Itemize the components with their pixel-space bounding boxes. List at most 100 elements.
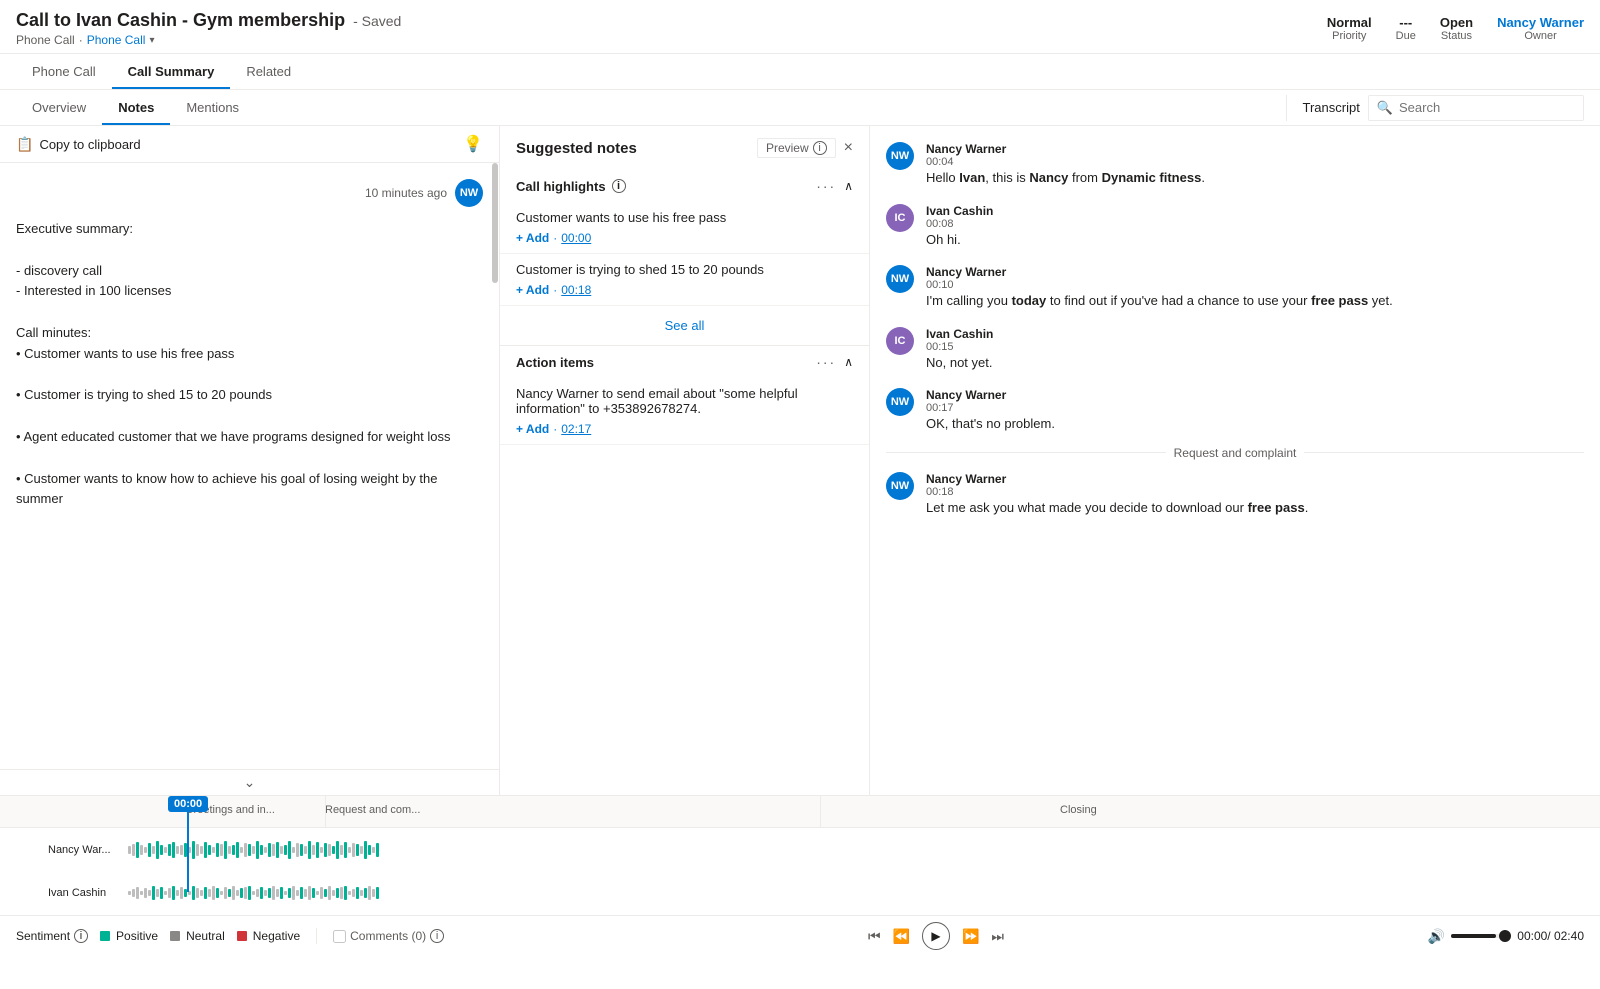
call-highlights-section: Call highlights i ··· ∧ Customer wants t…: [500, 170, 869, 346]
speaker-name-1: Nancy Warner: [926, 142, 1584, 156]
waveform-avatar-ic: IC: [16, 881, 40, 905]
call-highlights-title: Call highlights i: [516, 179, 626, 194]
tab-call-summary[interactable]: Call Summary: [112, 54, 231, 89]
action-item-time-1[interactable]: 02:17: [561, 422, 591, 436]
waveform-row-ic: IC Ivan Cashin: [0, 872, 1600, 916]
call-highlights-collapse-icon[interactable]: ∧: [844, 179, 853, 193]
section-divider-request: Request and complaint: [870, 442, 1600, 464]
search-icon: 🔍: [1377, 100, 1393, 116]
waveform-row-nw: NW Nancy War... // Generate waveform bar…: [0, 828, 1600, 872]
collapse-icon[interactable]: ⌄: [244, 774, 256, 791]
action-items-collapse-icon[interactable]: ∧: [844, 355, 853, 369]
rewind-button[interactable]: ⏪: [893, 928, 910, 945]
notes-author-avatar: NW: [455, 179, 483, 207]
status-label: Status: [1441, 30, 1472, 42]
highlight-time-2[interactable]: 00:18: [561, 283, 591, 297]
action-item-text-1: Nancy Warner to send email about "some h…: [516, 386, 853, 416]
playback-controls: ⏮ ⏪ ▶ ⏩ ⏭: [868, 922, 1004, 950]
waveform-track-ic[interactable]: [126, 879, 1584, 907]
comments-checkbox[interactable]: [333, 930, 346, 943]
transcript-text-5: OK, that's no problem.: [926, 414, 1584, 434]
volume-area: 🔊 00:00/ 02:40: [1428, 928, 1584, 945]
breadcrumb-dropdown-icon[interactable]: ▾: [149, 35, 154, 46]
transcript-search-box[interactable]: 🔍: [1368, 95, 1584, 121]
sub-tabs-row: Overview Notes Mentions Transcript 🔍: [0, 90, 1600, 126]
highlight-add-btn-1[interactable]: + Add: [516, 231, 549, 245]
notes-panel: 📋 Copy to clipboard 💡 10 minutes ago NW …: [0, 126, 500, 795]
segment-label-closing: Closing: [1060, 804, 1097, 816]
waveform-track-nw[interactable]: // Generate waveform bars: [126, 836, 1584, 864]
breadcrumb-1: Phone Call: [16, 33, 75, 47]
highlight-text-1: Customer wants to use his free pass: [516, 210, 853, 225]
preview-badge[interactable]: Preview i: [757, 138, 836, 158]
volume-slider[interactable]: [1451, 934, 1511, 938]
comments-button[interactable]: Comments (0) i: [333, 929, 444, 943]
sub-tabs: Overview Notes Mentions: [0, 90, 1286, 125]
action-items-section: Action items ··· ∧ Nancy Warner to send …: [500, 346, 869, 445]
time-cursor[interactable]: 00:00: [168, 796, 208, 892]
breadcrumb-2[interactable]: Phone Call: [87, 33, 146, 47]
transcript-body-3: Nancy Warner 00:10 I'm calling you today…: [926, 265, 1584, 311]
action-item-add-btn-1[interactable]: + Add: [516, 422, 549, 436]
waveform-svg-ic: [126, 879, 1584, 907]
tab-related[interactable]: Related: [230, 54, 307, 89]
action-items-more-icon[interactable]: ···: [816, 354, 836, 370]
transcript-entry-5: NW Nancy Warner 00:17 OK, that's no prob…: [870, 380, 1600, 442]
volume-thumb[interactable]: [1499, 930, 1511, 942]
highlight-item-2: Customer is trying to shed 15 to 20 poun…: [500, 254, 869, 306]
notes-content[interactable]: Executive summary: - discovery call - In…: [16, 219, 483, 510]
search-input[interactable]: [1399, 100, 1575, 115]
scrollbar[interactable]: [491, 163, 499, 769]
highlight-time-1[interactable]: 00:00: [561, 231, 591, 245]
lightbulb-icon[interactable]: 💡: [463, 134, 483, 154]
neutral-dot: [170, 931, 180, 941]
bottom-controls: Sentiment i Positive Neutral Negative Co…: [0, 915, 1600, 956]
sentiment-positive: Positive: [100, 929, 158, 943]
waveform-svg-nw: // Generate waveform bars: [126, 836, 1584, 864]
transcript-panel: NW Nancy Warner 00:04 Hello Ivan, this i…: [870, 126, 1600, 795]
status-value: Open: [1440, 15, 1473, 30]
speaker-name-4: Ivan Cashin: [926, 327, 1584, 341]
avatar-nw-3: NW: [886, 388, 914, 416]
call-highlights-more-icon[interactable]: ···: [816, 178, 836, 194]
skip-to-start-button[interactable]: ⏮: [868, 928, 881, 945]
owner-value[interactable]: Nancy Warner: [1497, 15, 1584, 30]
call-highlights-header: Call highlights i ··· ∧: [500, 170, 869, 202]
waveform-name-nw: Nancy War...: [48, 844, 118, 856]
copy-to-clipboard-button[interactable]: 📋 Copy to clipboard: [16, 136, 141, 153]
speaker-time-2: 00:08: [926, 218, 1584, 230]
segment-divider-2: [820, 796, 821, 828]
action-items-actions: ··· ∧: [816, 354, 853, 370]
transcript-body-1: Nancy Warner 00:04 Hello Ivan, this is N…: [926, 142, 1584, 188]
close-icon[interactable]: ×: [844, 139, 853, 157]
volume-icon[interactable]: 🔊: [1428, 928, 1445, 945]
suggested-notes-panel: Suggested notes Preview i × Call highlig…: [500, 126, 870, 795]
transcript-text-2: Oh hi.: [926, 230, 1584, 250]
play-button[interactable]: ▶: [922, 922, 950, 950]
timeline-area: 00:00 Greetings and in... Request and co…: [0, 795, 1600, 915]
fast-forward-button[interactable]: ⏩: [962, 928, 979, 945]
owner-meta: Nancy Warner Owner: [1497, 15, 1584, 42]
priority-label: Priority: [1332, 30, 1366, 42]
highlights-info-icon: i: [612, 179, 626, 193]
transcript-search-area: Transcript 🔍: [1286, 95, 1600, 121]
sentiment-row: Sentiment i Positive Neutral Negative Co…: [16, 928, 444, 944]
speaker-time-5: 00:17: [926, 402, 1584, 414]
priority-meta: Normal Priority: [1327, 15, 1372, 42]
highlight-add-btn-2[interactable]: + Add: [516, 283, 549, 297]
tab-phone-call[interactable]: Phone Call: [16, 54, 112, 89]
skip-to-end-button[interactable]: ⏭: [991, 928, 1004, 945]
saved-label: - Saved: [353, 13, 401, 29]
sub-tab-overview[interactable]: Overview: [16, 90, 102, 125]
transcript-entry-4: IC Ivan Cashin 00:15 No, not yet.: [870, 319, 1600, 381]
transcript-body-4: Ivan Cashin 00:15 No, not yet.: [926, 327, 1584, 373]
sub-tab-mentions[interactable]: Mentions: [170, 90, 255, 125]
sentiment-neutral: Neutral: [170, 929, 225, 943]
highlight-text-2: Customer is trying to shed 15 to 20 poun…: [516, 262, 853, 277]
highlight-actions-2: + Add · 00:18: [516, 283, 853, 297]
sub-tab-notes[interactable]: Notes: [102, 90, 170, 125]
see-all-button[interactable]: See all: [500, 306, 869, 346]
transcript-text-3: I'm calling you today to find out if you…: [926, 291, 1584, 311]
avatar-ic-1: IC: [886, 204, 914, 232]
owner-label: Owner: [1524, 30, 1556, 42]
